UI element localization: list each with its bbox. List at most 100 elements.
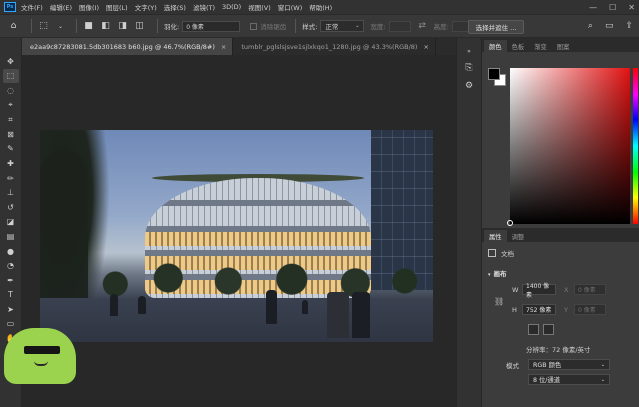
link-icon[interactable]: ⛓ [494, 297, 504, 306]
share-icon[interactable]: ⇪ [625, 21, 633, 31]
menu-filter[interactable]: 滤镜(T) [193, 2, 215, 12]
photo-person [266, 290, 277, 324]
tab-gradients[interactable]: 渐变 [529, 40, 552, 52]
width-input[interactable] [388, 20, 411, 32]
menu-view[interactable]: 视图(V) [248, 2, 271, 12]
canvas-height-input[interactable]: 752 像素 [522, 304, 556, 315]
bits-row: 8 位/通道 ⌄ [528, 374, 610, 385]
close-icon[interactable]: × [423, 43, 428, 51]
crop-tool-icon[interactable]: ⌗ [3, 112, 19, 127]
select-and-mask-button[interactable]: 选择并遮住 ... [468, 20, 524, 34]
type-tool-icon[interactable]: T [3, 288, 19, 303]
canvas-section-title[interactable]: ▾ 画布 [488, 268, 507, 278]
height-label: 高度: [433, 23, 449, 31]
menu-file[interactable]: 文件(F) [21, 2, 43, 12]
options-bar: ⌂ ⬚ ⌄ ■ ◧ ◨ ◫ 羽化: 0 像素 消除锯齿 样式: 正常 ⌄ 宽度:… [0, 14, 639, 38]
path-select-tool-icon[interactable]: ➤ [3, 302, 19, 317]
pen-tool-icon[interactable]: ✒ [3, 273, 19, 288]
frame-tool-icon[interactable]: ⊠ [3, 127, 19, 142]
close-icon[interactable]: ✕ [628, 3, 635, 12]
menu-edit[interactable]: 编辑(E) [50, 2, 72, 12]
photoshop-logo[interactable]: Ps [4, 2, 16, 12]
swap-icon[interactable]: ⇄ [417, 21, 428, 32]
document-label: 文档 [501, 250, 514, 258]
menu-select[interactable]: 选择(S) [164, 2, 186, 12]
menu-image[interactable]: 图像(I) [79, 2, 99, 12]
subtract-selection-icon[interactable]: ◨ [117, 21, 128, 32]
rectangle-tool-icon[interactable]: ▭ [3, 317, 19, 332]
canvas-x-input[interactable]: 0 像素 [574, 284, 606, 295]
document-row: 文档 [488, 248, 514, 258]
chevron-down-icon[interactable]: ⌄ [55, 21, 66, 32]
document-image[interactable] [40, 130, 433, 342]
divider [31, 19, 32, 33]
collapse-arrows-icon[interactable]: » [467, 48, 471, 55]
quick-select-tool-icon[interactable]: ⌖ [3, 98, 19, 113]
dodge-tool-icon[interactable]: ◔ [3, 258, 19, 273]
history-panel-icon[interactable]: ⎘ [465, 63, 472, 73]
move-tool-icon[interactable]: ✥ [3, 54, 19, 69]
new-selection-icon[interactable]: ■ [83, 21, 94, 32]
sunglasses-icon [24, 346, 60, 354]
tab-patterns[interactable]: 图案 [552, 40, 575, 52]
canvas-width-input[interactable]: 1400 像素 [522, 283, 556, 299]
brush-tool-icon[interactable]: ✏ [3, 171, 19, 186]
eyedropper-tool-icon[interactable]: ✎ [3, 142, 19, 157]
canvas-area[interactable] [22, 55, 456, 407]
width-label: 宽度: [370, 23, 386, 31]
tab-properties[interactable]: 属性 [484, 230, 507, 242]
canvas-section-label: 画布 [493, 270, 507, 278]
properties-panel: 文档 ▾ 画布 W 1400 像素 X 0 像素 ⛓ H 752 像素 Y 0 像… [482, 242, 639, 407]
style-select[interactable]: 正常 ⌄ [320, 20, 365, 32]
eraser-tool-icon[interactable]: ◪ [3, 215, 19, 230]
blur-tool-icon[interactable]: ● [3, 244, 19, 259]
antialias-checkbox[interactable] [250, 22, 258, 30]
style-select-value: 正常 [325, 23, 339, 31]
menu-3d[interactable]: 3D(D) [222, 3, 241, 11]
intersect-selection-icon[interactable]: ◫ [134, 21, 145, 32]
color-picker-field[interactable] [510, 68, 630, 224]
history-brush-tool-icon[interactable]: ↺ [3, 200, 19, 215]
foreground-color-swatch[interactable] [488, 68, 500, 80]
feather-input[interactable]: 0 像素 [182, 20, 241, 32]
menu-layer[interactable]: 图层(L) [106, 2, 128, 12]
clone-stamp-tool-icon[interactable]: ⊥ [3, 185, 19, 200]
portrait-button[interactable] [528, 324, 539, 335]
search-icon[interactable]: ⌕ [588, 21, 593, 31]
divider [295, 19, 297, 33]
landscape-button[interactable] [543, 324, 554, 335]
healing-brush-tool-icon[interactable]: ✚ [3, 156, 19, 171]
document-tabs: e2aa9c87283081.5db301683 b60.jpg @ 46.7%… [22, 38, 456, 55]
canvas-y-input[interactable]: 0 像素 [574, 304, 606, 315]
color-mode-select[interactable]: RGB 颜色 ⌄ [528, 359, 610, 370]
maximize-icon[interactable]: ☐ [609, 3, 616, 12]
menu-window[interactable]: 窗口(W) [278, 2, 303, 12]
tab-label: tumblr_pglslsjsve1sjlxkqo1_1280.jpg @ 43… [241, 42, 418, 51]
workspace-icon[interactable]: ▭ [605, 21, 614, 31]
color-picker-handle[interactable] [507, 220, 513, 226]
marquee-preset-icon[interactable]: ⬚ [38, 21, 49, 32]
adjust-panel-icon[interactable]: ⚙ [465, 81, 473, 91]
collapsed-panel-column: » ⎘ ⚙ [456, 38, 482, 407]
right-panels: 颜色 色板 渐变 图案 属性 调整 文档 ▾ 画布 W 1400 像素 X 0 像… [482, 38, 639, 407]
rect-marquee-tool-icon[interactable]: ⬚ [2, 68, 19, 84]
tab-adjustments[interactable]: 调整 [507, 230, 530, 242]
gradient-tool-icon[interactable]: ▤ [3, 229, 19, 244]
lasso-tool-icon[interactable]: ◌ [3, 83, 19, 98]
menu-type[interactable]: 文字(Y) [135, 2, 157, 12]
photo-person [138, 296, 146, 314]
bit-depth-select[interactable]: 8 位/通道 ⌄ [528, 374, 610, 385]
hue-slider[interactable] [633, 68, 638, 224]
tab-swatches[interactable]: 色板 [507, 40, 530, 52]
menu-help[interactable]: 帮助(H) [309, 2, 332, 12]
x-label: X [564, 285, 569, 294]
minimize-icon[interactable]: — [589, 3, 597, 12]
tab-document-1[interactable]: e2aa9c87283081.5db301683 b60.jpg @ 46.7%… [22, 38, 234, 55]
add-selection-icon[interactable]: ◧ [100, 21, 111, 32]
tab-document-2[interactable]: tumblr_pglslsjsve1sjlxkqo1_1280.jpg @ 43… [233, 38, 436, 55]
tab-color[interactable]: 颜色 [484, 40, 507, 52]
close-icon[interactable]: × [221, 43, 226, 51]
photo-plaza [40, 298, 433, 342]
color-panel [482, 52, 639, 228]
home-icon[interactable]: ⌂ [8, 21, 19, 32]
